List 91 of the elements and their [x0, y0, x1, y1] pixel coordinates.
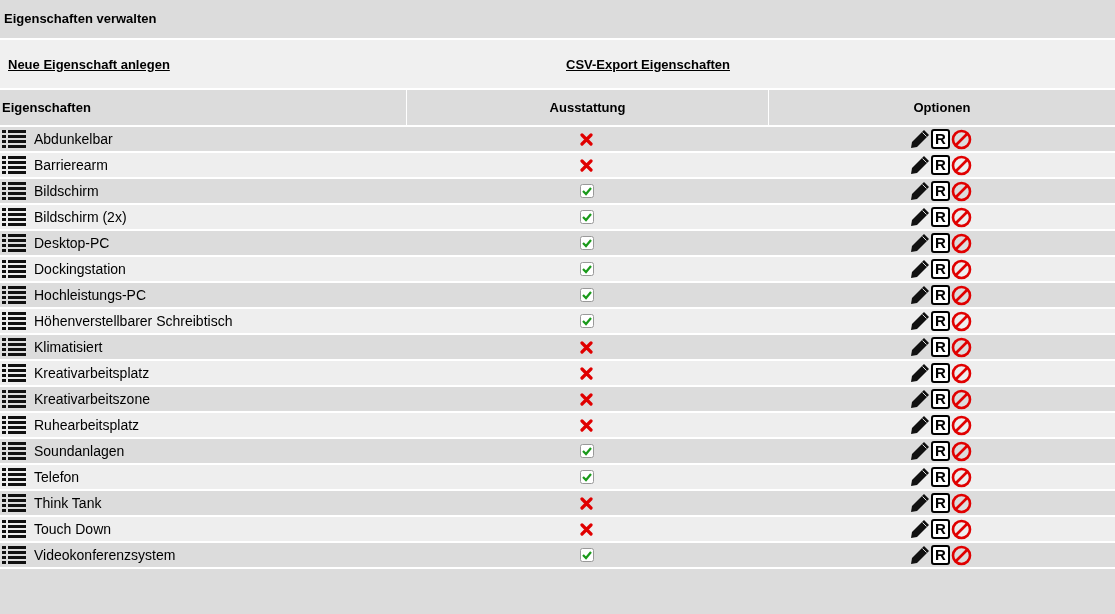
pencil-icon[interactable]	[910, 311, 931, 331]
r-button[interactable]: R	[931, 259, 950, 279]
forbidden-icon[interactable]	[950, 518, 972, 540]
pencil-icon[interactable]	[910, 233, 931, 253]
forbidden-icon[interactable]	[950, 466, 972, 488]
list-icon[interactable]	[2, 468, 26, 486]
r-button[interactable]: R	[931, 415, 950, 435]
property-name: Videokonferenzsystem	[34, 545, 176, 565]
list-icon[interactable]	[2, 390, 26, 408]
property-name: Hochleistungs-PC	[34, 285, 147, 305]
r-button[interactable]: R	[931, 467, 950, 487]
property-name: Klimatisiert	[34, 337, 103, 357]
pencil-icon[interactable]	[910, 441, 931, 461]
r-button[interactable]: R	[931, 337, 950, 357]
pencil-icon[interactable]	[910, 259, 931, 279]
column-header: Ausstattung	[549, 98, 626, 117]
property-name: Desktop-PC	[34, 233, 110, 253]
forbidden-icon[interactable]	[950, 180, 972, 202]
forbidden-icon[interactable]	[950, 336, 972, 358]
r-button[interactable]: R	[931, 441, 950, 461]
r-button[interactable]: R	[931, 519, 950, 539]
property-name: Think Tank	[34, 493, 102, 513]
r-button[interactable]: R	[931, 207, 950, 227]
pencil-icon[interactable]	[910, 207, 931, 227]
r-button[interactable]: R	[931, 493, 950, 513]
list-icon[interactable]	[2, 208, 26, 226]
list-icon[interactable]	[2, 364, 26, 382]
list-icon[interactable]	[2, 156, 26, 174]
property-name: Dockingstation	[34, 259, 126, 279]
pencil-icon[interactable]	[910, 129, 931, 149]
property-name: Abdunkelbar	[34, 129, 113, 149]
forbidden-icon[interactable]	[950, 414, 972, 436]
page-title: Eigenschaften verwalten	[4, 10, 157, 29]
property-name: Kreativarbeitsplatz	[34, 363, 150, 383]
forbidden-icon[interactable]	[950, 232, 972, 254]
property-name: Barrierearm	[34, 155, 108, 175]
column-header: Optionen	[913, 98, 971, 117]
pencil-icon[interactable]	[910, 493, 931, 513]
pencil-icon[interactable]	[910, 363, 931, 383]
list-icon[interactable]	[2, 234, 26, 252]
pencil-icon[interactable]	[910, 467, 931, 487]
property-name: Kreativarbeitszone	[34, 389, 150, 409]
list-icon[interactable]	[2, 312, 26, 330]
forbidden-icon[interactable]	[950, 206, 972, 228]
r-button[interactable]: R	[931, 155, 950, 175]
property-name: Bildschirm (2x)	[34, 207, 127, 227]
r-button[interactable]: R	[931, 545, 950, 565]
list-icon[interactable]	[2, 286, 26, 304]
property-name: Touch Down	[34, 519, 112, 539]
r-button[interactable]: R	[931, 389, 950, 409]
pencil-icon[interactable]	[910, 337, 931, 357]
action-link[interactable]: CSV-Export Eigenschaften	[566, 56, 730, 72]
pencil-icon[interactable]	[910, 389, 931, 409]
list-icon[interactable]	[2, 494, 26, 512]
list-icon[interactable]	[2, 182, 26, 200]
forbidden-icon[interactable]	[950, 362, 972, 384]
list-icon[interactable]	[2, 260, 26, 278]
r-button[interactable]: R	[931, 181, 950, 201]
property-name: Bildschirm	[34, 181, 99, 201]
list-icon[interactable]	[2, 520, 26, 538]
forbidden-icon[interactable]	[950, 310, 972, 332]
pencil-icon[interactable]	[910, 415, 931, 435]
property-name: Höhenverstellbarer Schreibtisch	[34, 311, 233, 331]
r-button[interactable]: R	[931, 285, 950, 305]
property-name: Ruhearbeitsplatz	[34, 415, 140, 435]
forbidden-icon[interactable]	[950, 258, 972, 280]
r-button[interactable]: R	[931, 129, 950, 149]
forbidden-icon[interactable]	[950, 154, 972, 176]
pencil-icon[interactable]	[910, 545, 931, 565]
forbidden-icon[interactable]	[950, 388, 972, 410]
action-link[interactable]: Neue Eigenschaft anlegen	[8, 56, 170, 72]
forbidden-icon[interactable]	[950, 440, 972, 462]
r-button[interactable]: R	[931, 311, 950, 331]
pencil-icon[interactable]	[910, 285, 931, 305]
list-icon[interactable]	[2, 416, 26, 434]
pencil-icon[interactable]	[910, 181, 931, 201]
forbidden-icon[interactable]	[950, 128, 972, 150]
list-icon[interactable]	[2, 130, 26, 148]
forbidden-icon[interactable]	[950, 492, 972, 514]
list-icon[interactable]	[2, 338, 26, 356]
property-name: Telefon	[34, 467, 80, 487]
r-button[interactable]: R	[931, 363, 950, 383]
list-icon[interactable]	[2, 546, 26, 564]
pencil-icon[interactable]	[910, 519, 931, 539]
forbidden-icon[interactable]	[950, 544, 972, 566]
forbidden-icon[interactable]	[950, 284, 972, 306]
pencil-icon[interactable]	[910, 155, 931, 175]
column-header: Eigenschaften	[2, 98, 91, 117]
list-icon[interactable]	[2, 442, 26, 460]
property-name: Soundanlagen	[34, 441, 125, 461]
r-button[interactable]: R	[931, 233, 950, 253]
